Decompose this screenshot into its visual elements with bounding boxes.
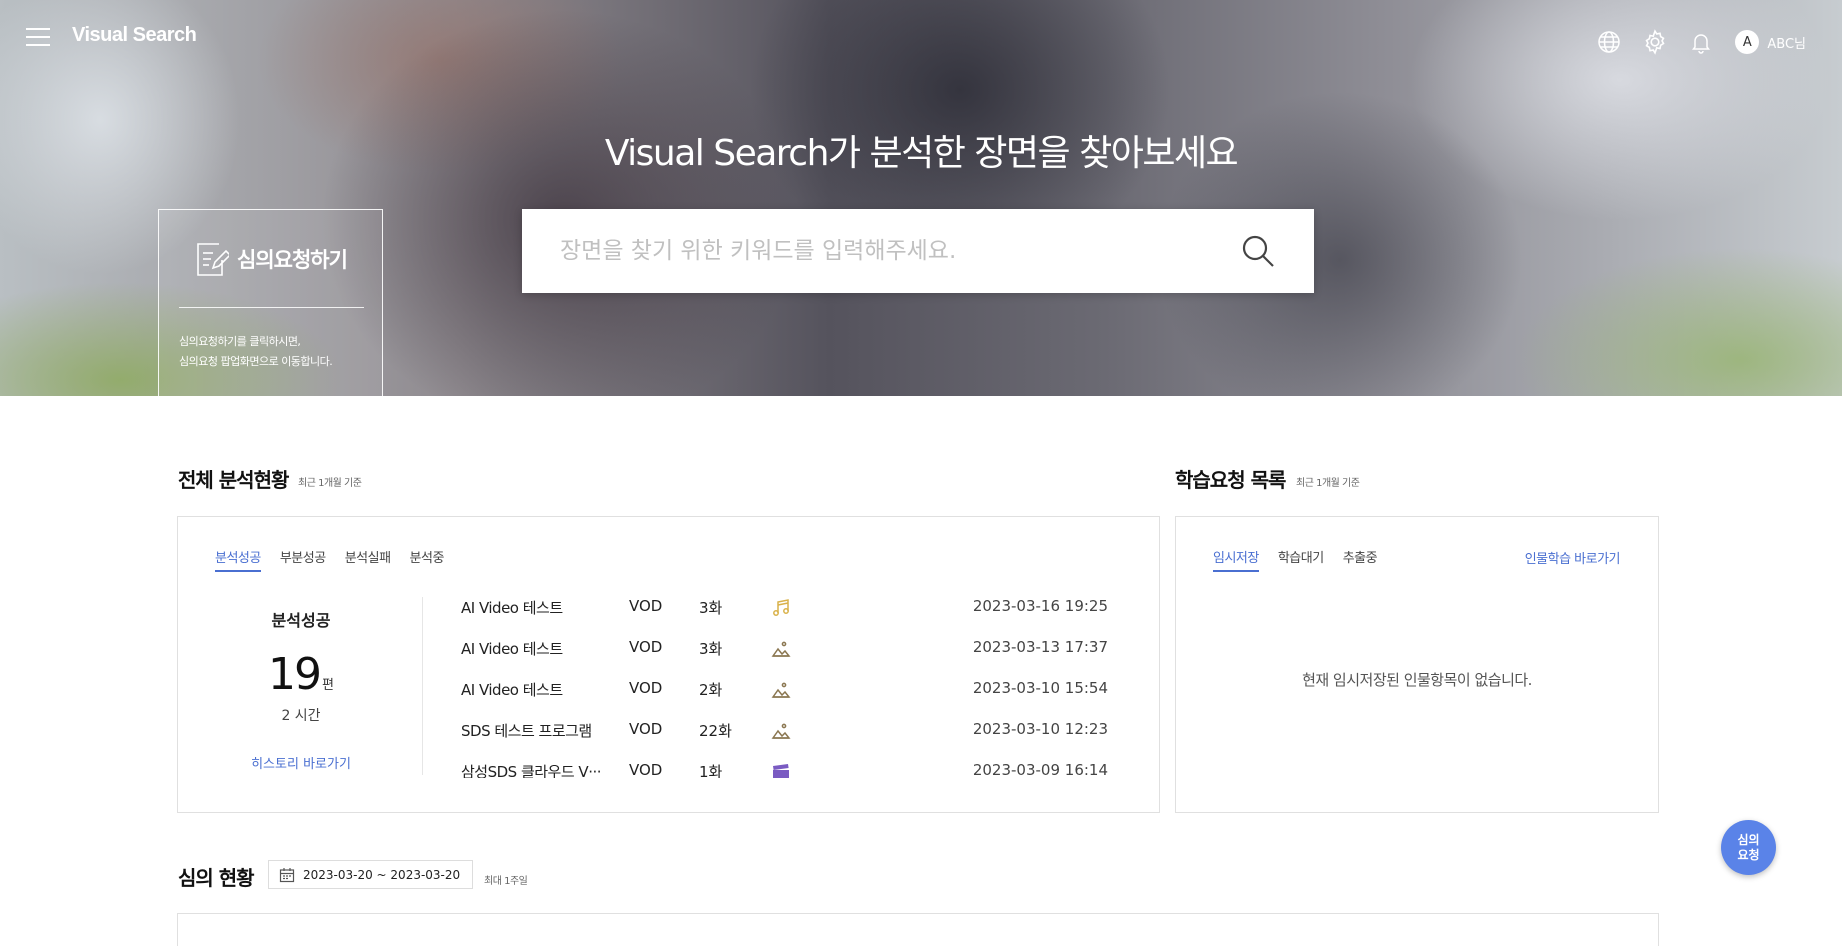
- learning-panel: 임시저장 학습대기 추출중 인물학습 바로가기 현재 임시저장된 인물항목이 없…: [1175, 516, 1659, 813]
- document-edit-icon: [197, 243, 229, 276]
- image-icon: [771, 639, 791, 659]
- analysis-summary: 분석성공 19 편 2 시간 히스토리 바로가기: [178, 597, 424, 777]
- tab-temp-saved[interactable]: 임시저장: [1213, 547, 1259, 572]
- review-request-description: 심의요청하기를 클릭하시면, 심의요청 팝업화면으로 이동합니다.: [179, 335, 333, 368]
- date-range-picker[interactable]: 2023-03-20 ~ 2023-03-20: [268, 860, 473, 889]
- globe-icon[interactable]: [1595, 28, 1623, 56]
- history-link[interactable]: 히스토리 바로가기: [178, 753, 424, 772]
- image-icon: [771, 680, 791, 700]
- analysis-subtitle: 최근 1개월 기준: [298, 478, 362, 489]
- summary-label: 분석성공: [271, 611, 331, 630]
- top-bar: Visual Search A ABC님: [0, 0, 1842, 80]
- list-item[interactable]: SDS 테스트 프로그램 VOD 22화 2023-03-10 12:23: [461, 720, 1161, 761]
- summary-time: 2 시간: [281, 708, 321, 724]
- date-range-note: 최대 1주일: [484, 876, 528, 887]
- summary-count: 19 편: [268, 649, 334, 700]
- avatar[interactable]: A: [1735, 30, 1760, 54]
- list-item[interactable]: AI Video 테스트 VOD 3화 2023-03-13 17:37: [461, 638, 1161, 679]
- divider: [179, 307, 364, 308]
- tab-analysis-failed[interactable]: 분석실패: [345, 547, 391, 572]
- search-input[interactable]: [560, 231, 1200, 271]
- list-item[interactable]: AI Video 테스트 VOD 2화 2023-03-10 15:54: [461, 679, 1161, 720]
- analysis-list[interactable]: AI Video 테스트 VOD 3화 2023-03-16 19:25 AI …: [461, 597, 1161, 778]
- divider: [422, 597, 423, 775]
- menu-icon[interactable]: [26, 28, 50, 48]
- tab-extracting[interactable]: 추출중: [1343, 547, 1378, 572]
- review-panel: [177, 913, 1659, 946]
- learning-title: 학습요청 목록: [1175, 468, 1286, 492]
- date-range-value: 2023-03-20 ~ 2023-03-20: [303, 867, 461, 882]
- search-icon[interactable]: [1240, 233, 1276, 269]
- review-request-card[interactable]: 심의요청하기 심의요청하기를 클릭하시면, 심의요청 팝업화면으로 이동합니다.: [158, 209, 383, 396]
- empty-message: 현재 임시저장된 인물항목이 없습니다.: [1302, 671, 1532, 689]
- music-icon: [771, 598, 791, 618]
- learning-subtitle: 최근 1개월 기준: [1296, 478, 1360, 489]
- hero-banner: Visual Search A ABC님 Visual Search가 분석한 …: [0, 0, 1842, 396]
- tab-learning-waiting[interactable]: 학습대기: [1278, 547, 1324, 572]
- review-request-fab[interactable]: 심의 요청: [1721, 820, 1776, 875]
- person-learning-link[interactable]: 인물학습 바로가기: [1525, 548, 1621, 567]
- analysis-tabs: 분석성공 부분성공 분석실패 분석중: [215, 547, 463, 572]
- tab-partial-success[interactable]: 부분성공: [280, 547, 326, 572]
- gear-icon[interactable]: [1641, 28, 1669, 56]
- top-icons: A ABC님: [1577, 26, 1806, 58]
- analysis-title: 전체 분석현황: [178, 468, 289, 492]
- image-icon: [771, 721, 791, 741]
- list-item[interactable]: 삼성SDS 클라우드 V··· VOD 1화 2023-03-09 16:14: [461, 761, 1161, 778]
- hero-title: Visual Search가 분석한 장면을 찾아보세요: [604, 133, 1239, 174]
- bell-icon[interactable]: [1687, 28, 1715, 56]
- analysis-panel: 분석성공 부분성공 분석실패 분석중 분석성공 19 편 2 시간 히스토리 바로…: [177, 516, 1160, 813]
- search-box: [522, 209, 1314, 293]
- calendar-icon: [279, 867, 295, 882]
- tab-analyzing[interactable]: 분석중: [410, 547, 445, 572]
- review-title: 심의 현황: [178, 866, 255, 890]
- tab-analysis-success[interactable]: 분석성공: [215, 547, 261, 572]
- list-item[interactable]: AI Video 테스트 VOD 3화 2023-03-16 19:25: [461, 597, 1161, 638]
- review-request-title: 심의요청하기: [237, 248, 348, 272]
- clapper-icon: [771, 762, 791, 778]
- learning-tabs: 임시저장 학습대기 추출중: [1213, 547, 1396, 572]
- user-name[interactable]: ABC님: [1767, 33, 1806, 52]
- logo[interactable]: Visual Search: [72, 24, 197, 47]
